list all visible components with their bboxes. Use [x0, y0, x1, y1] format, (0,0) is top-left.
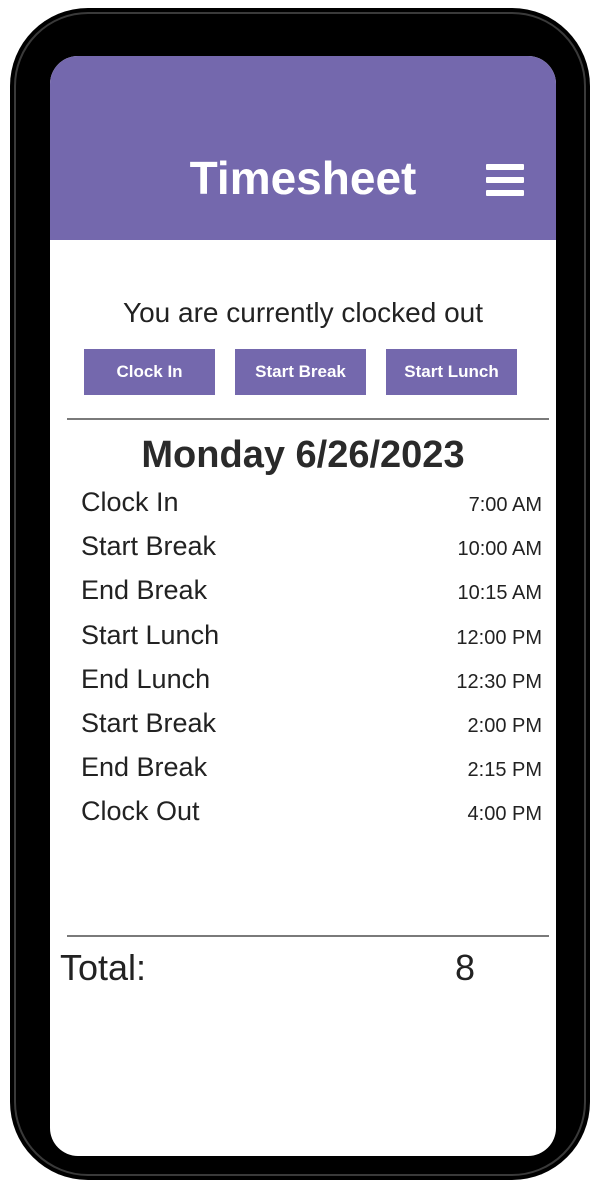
entry-time: 12:00 PM: [456, 626, 542, 649]
entry-time: 12:30 PM: [456, 670, 542, 693]
time-entry-list: Clock In 7:00 AM Start Break 10:00 AM En…: [81, 482, 543, 836]
list-item: Clock Out 4:00 PM: [81, 791, 543, 835]
entry-time: 10:00 AM: [457, 538, 542, 561]
start-lunch-button[interactable]: Start Lunch: [386, 349, 517, 395]
divider: [67, 418, 549, 420]
entry-label: Start Break: [81, 531, 217, 562]
page: Timesheet You are currently clocked out …: [0, 0, 592, 1182]
entry-label: End Break: [81, 575, 208, 606]
entry-time: 2:15 PM: [467, 759, 542, 782]
entry-label: Start Break: [81, 707, 217, 738]
entry-time: 4:00 PM: [467, 803, 542, 826]
list-item: Start Break 2:00 PM: [81, 703, 543, 747]
total-value: 8: [454, 947, 476, 988]
app-header: Timesheet: [50, 56, 556, 240]
entry-label: Start Lunch: [81, 619, 220, 650]
app-screen: Timesheet You are currently clocked out …: [50, 56, 556, 1156]
hamburger-menu-icon[interactable]: [486, 164, 524, 196]
list-item: End Lunch 12:30 PM: [81, 659, 543, 703]
entry-label: Clock In: [81, 487, 179, 517]
menu-bar: [486, 190, 524, 196]
entry-time: 7:00 AM: [468, 494, 542, 516]
list-item: End Break 10:15 AM: [81, 570, 543, 614]
list-item: Start Break 10:00 AM: [81, 526, 543, 570]
divider: [67, 935, 549, 937]
entry-time: 10:15 AM: [457, 582, 542, 605]
entry-time: 2:00 PM: [467, 714, 542, 737]
start-break-button[interactable]: Start Break: [235, 349, 366, 395]
date-heading: Monday 6/26/2023: [141, 434, 465, 476]
entry-label: Clock Out: [81, 796, 200, 827]
menu-bar: [486, 164, 524, 170]
total-label: Total:: [60, 947, 147, 988]
clock-status-text: You are currently clocked out: [122, 297, 484, 328]
menu-bar: [486, 177, 524, 183]
page-title: Timesheet: [189, 152, 417, 204]
entry-label: End Break: [81, 752, 208, 783]
clock-in-button[interactable]: Clock In: [84, 349, 215, 395]
phone-frame: Timesheet You are currently clocked out …: [10, 8, 590, 1180]
list-item: Start Lunch 12:00 PM: [81, 615, 543, 659]
list-item: Clock In 7:00 AM: [81, 482, 543, 526]
list-item: End Break 2:15 PM: [81, 747, 543, 791]
entry-label: End Lunch: [81, 663, 211, 694]
